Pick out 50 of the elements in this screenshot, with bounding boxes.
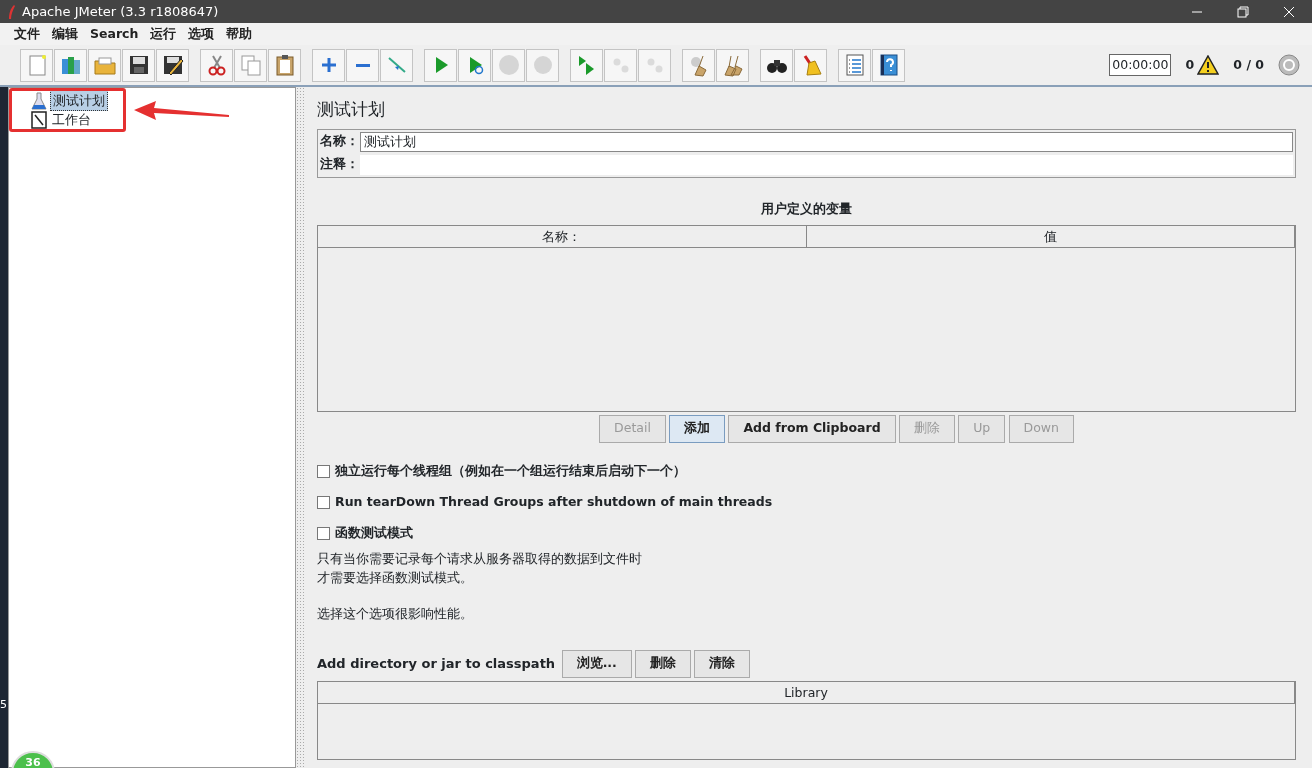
tree-item[interactable]: 工作台: [50, 109, 93, 130]
remote-status-icon[interactable]: [1278, 54, 1300, 76]
toolbar-button[interactable]: [122, 48, 155, 82]
note-text: 选择这个选项很影响性能。: [317, 604, 474, 623]
splitter[interactable]: [296, 87, 305, 768]
column-header: Library: [318, 682, 1295, 703]
checkbox[interactable]: [317, 464, 330, 478]
toolbar-button[interactable]: [156, 48, 189, 82]
checkbox-label: 独立运行每个线程组（例如在一个组运行结束后启动下一个）: [335, 461, 686, 480]
menu-item[interactable]: 帮助: [220, 24, 259, 44]
classpath-label: Add directory or jar to classpath: [317, 655, 556, 673]
window-title: Apache JMeter (3.3 r1808647): [22, 2, 219, 21]
desktop-text: 5: [0, 697, 7, 713]
minus-icon: [355, 63, 370, 67]
action-button[interactable]: Add from Clipboard: [728, 414, 896, 443]
classpath-button[interactable]: 清除: [694, 649, 751, 678]
menu-item[interactable]: 文件: [8, 24, 46, 44]
feather-icon: [8, 4, 16, 19]
note-text: 只有当你需要记录每个请求从服务器取得的数据到文件时: [317, 549, 643, 568]
warning-icon[interactable]: [1197, 55, 1220, 75]
note-text: 才需要选择函数测试模式。: [317, 568, 474, 587]
copy-icon: [238, 53, 263, 77]
menu-item[interactable]: 选项: [182, 24, 221, 44]
column-header: 值: [806, 225, 1295, 247]
classpath-button[interactable]: 删除: [635, 649, 692, 678]
menu-item[interactable]: 编辑: [46, 24, 84, 44]
section-title: 用户定义的变量: [760, 199, 853, 218]
checkbox[interactable]: [317, 526, 330, 540]
column-header: 名称：: [318, 225, 807, 247]
toolbar-button[interactable]: [268, 48, 301, 82]
stop-icon: [496, 53, 521, 77]
checkbox[interactable]: [317, 495, 330, 509]
panel-title: 测试计划: [317, 98, 386, 121]
field-label: 名称：: [320, 132, 360, 151]
name-field[interactable]: 测试计划: [360, 131, 1293, 152]
tree-item[interactable]: 测试计划: [50, 89, 108, 112]
checkbox-label: Run tearDown Thread Groups after shutdown of main threads: [335, 492, 773, 511]
toolbar-button[interactable]: [872, 48, 905, 82]
action-button[interactable]: 添加: [669, 414, 726, 443]
toolbar-button[interactable]: [760, 48, 793, 82]
menu-item[interactable]: Search: [84, 24, 145, 44]
timer-display: 00:00:00: [1109, 53, 1172, 77]
thread-count: 0 / 0: [1233, 55, 1264, 74]
field-label: 注释：: [320, 155, 360, 174]
menu-item[interactable]: 运行: [144, 24, 183, 44]
error-count: 0: [1185, 55, 1195, 74]
classpath-button[interactable]: 浏览...: [561, 649, 632, 678]
notification-badge: 36: [11, 751, 55, 768]
checkbox-label: 函数测试模式: [335, 523, 413, 542]
flask-icon: [31, 91, 47, 110]
